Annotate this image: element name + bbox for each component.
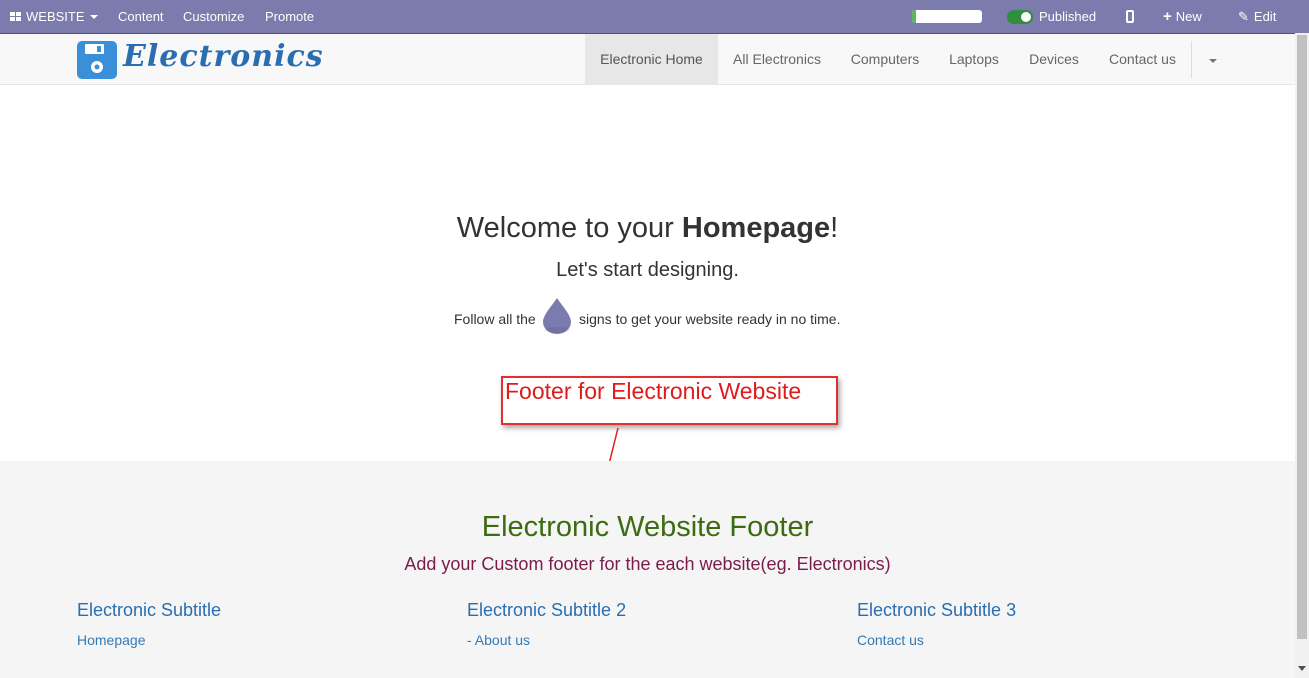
mobile-preview-button[interactable]: [1126, 0, 1134, 33]
logo-text[interactable]: Electronics: [123, 39, 324, 74]
content-menu[interactable]: Content: [118, 0, 164, 33]
plus-icon: +: [1163, 8, 1172, 25]
footer-link-about-us[interactable]: - About us: [467, 632, 530, 648]
site-navbar: Electronics Electronic Home All Electron…: [0, 33, 1295, 85]
page: WEBSITE Content Customize Promote Publis…: [0, 0, 1309, 678]
nav-more-dropdown-icon[interactable]: [1209, 59, 1217, 63]
mobile-phone-icon: [1126, 10, 1134, 23]
promote-menu[interactable]: Promote: [265, 0, 314, 33]
welcome-subtitle: Let's start designing.: [556, 259, 739, 281]
new-label: New: [1175, 9, 1202, 24]
new-button[interactable]: + New: [1163, 0, 1202, 33]
annotation-text: Footer for Electronic Website: [505, 378, 802, 404]
welcome-suffix: !: [830, 212, 839, 244]
welcome-bold: Homepage: [681, 212, 831, 244]
admin-top-bar: WEBSITE Content Customize Promote Publis…: [0, 0, 1309, 33]
chevron-down-icon: [89, 15, 98, 19]
footer-link-contact-us[interactable]: Contact us: [857, 632, 924, 648]
website-menu-label: WEBSITE: [26, 9, 85, 24]
welcome-heading: Welcome to your Homepage!: [0, 212, 1295, 245]
edit-button[interactable]: ✎ Edit: [1238, 0, 1276, 33]
nav-laptops[interactable]: Laptops: [934, 34, 1014, 85]
footer-link-homepage[interactable]: Homepage: [77, 632, 146, 648]
customize-menu[interactable]: Customize: [183, 0, 244, 33]
published-toggle[interactable]: [1007, 10, 1033, 24]
footer-title: Electronic Website Footer: [481, 511, 814, 543]
nav-electronic-home[interactable]: Electronic Home: [585, 34, 718, 85]
scroll-down-arrow-icon[interactable]: [1298, 666, 1306, 671]
page-scrollbar[interactable]: [1295, 33, 1309, 678]
nav-all-electronics[interactable]: All Electronics: [718, 34, 836, 85]
footer-column-title: Electronic Subtitle 3: [857, 600, 1017, 620]
follow-text-before: Follow all the: [454, 311, 536, 327]
footer-tagline: Add your Custom footer for the each webs…: [404, 554, 891, 574]
follow-text-after: signs to get your website ready in no ti…: [579, 311, 841, 327]
floppy-disk-logo-icon[interactable]: [77, 41, 117, 79]
pencil-icon: ✎: [1238, 9, 1249, 24]
toggle-knob: [1021, 12, 1031, 22]
welcome-prefix: Welcome to your: [456, 212, 682, 244]
site-footer: Electronic Website Footer Add your Custo…: [0, 461, 1295, 678]
seo-progress-bar[interactable]: [912, 10, 982, 23]
nav-divider: [1191, 41, 1192, 78]
footer-column-title: Electronic Subtitle 2: [467, 600, 627, 620]
apps-grid-icon: [10, 12, 22, 22]
website-menu-button[interactable]: WEBSITE: [10, 0, 98, 33]
footer-column-title: Electronic Subtitle: [77, 600, 222, 620]
droplet-icon[interactable]: [541, 297, 573, 335]
progress-fill: [912, 10, 917, 23]
nav-computers[interactable]: Computers: [836, 34, 934, 85]
nav-devices[interactable]: Devices: [1014, 34, 1094, 85]
nav-contact-us[interactable]: Contact us: [1094, 34, 1191, 85]
edit-label: Edit: [1253, 9, 1277, 24]
published-label[interactable]: Published: [1039, 0, 1096, 33]
scrollbar-thumb[interactable]: [1297, 35, 1307, 639]
